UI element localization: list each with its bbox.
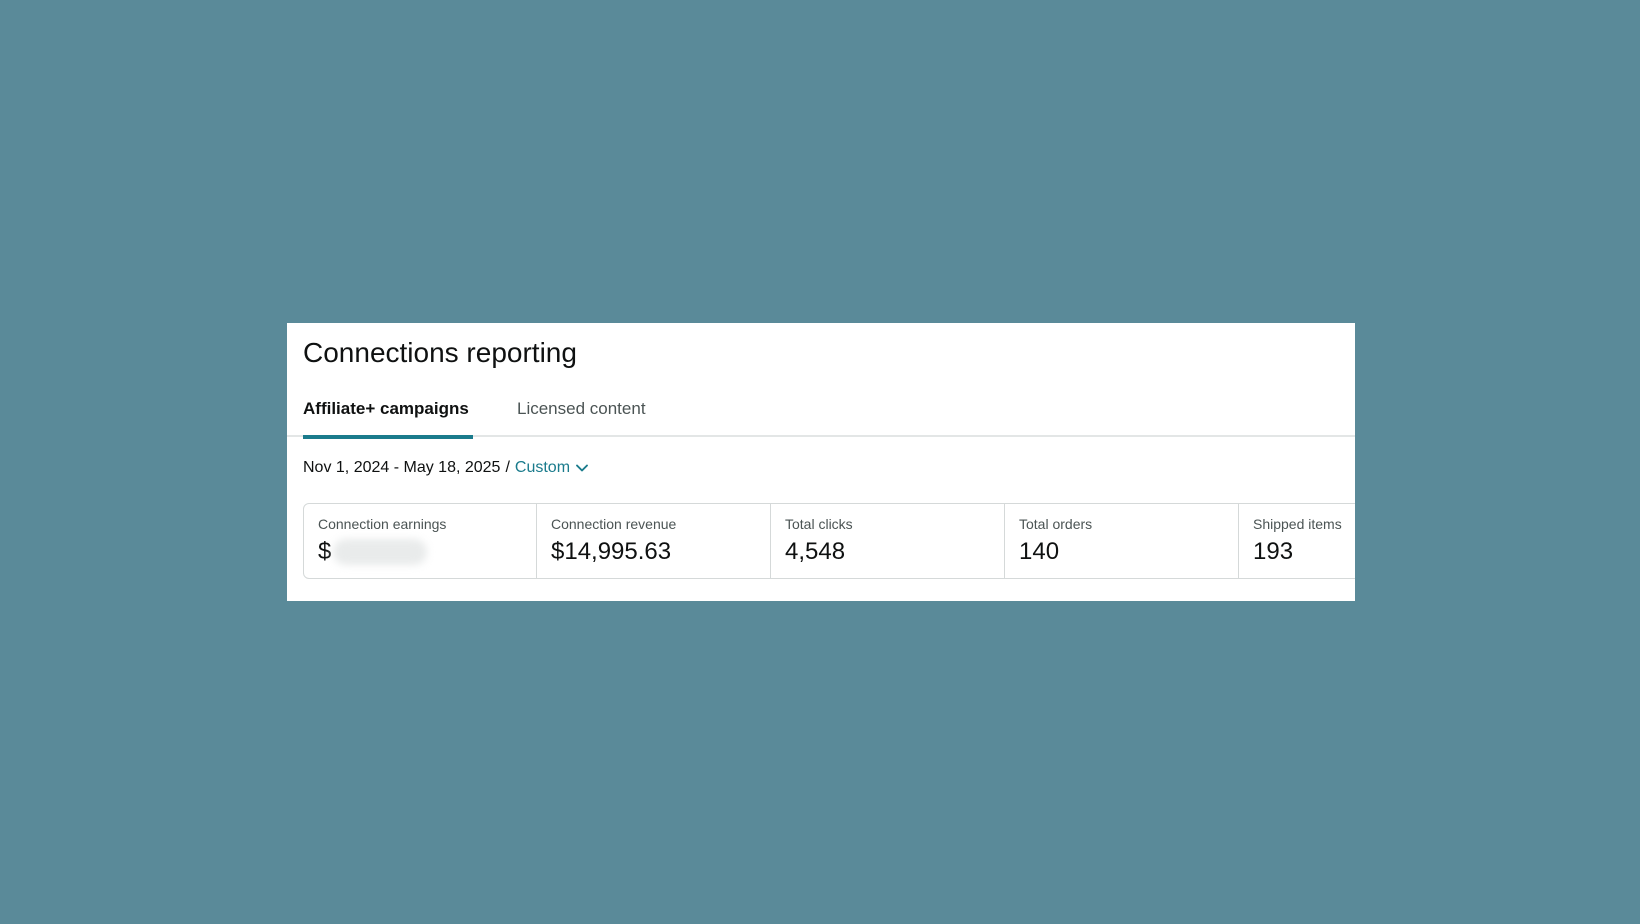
- metric-value: 193: [1253, 538, 1294, 565]
- metric-label: Shipped items: [1253, 516, 1342, 532]
- metric-label: Total orders: [1019, 516, 1093, 532]
- metric-label: Connection revenue: [551, 516, 677, 532]
- metric-connection-revenue: Connection revenue $14,995.63: [537, 504, 771, 578]
- metric-connection-earnings: Connection earnings $: [304, 504, 537, 578]
- connections-report-panel: Connections reporting Affiliate+ campaig…: [287, 323, 1355, 601]
- metric-value: 140: [1019, 538, 1060, 565]
- metric-value: $14,995.63: [551, 538, 672, 565]
- metric-value: $: [318, 536, 522, 568]
- metric-total-clicks: Total clicks 4,548: [771, 504, 1005, 578]
- tab-licensed-content[interactable]: Licensed content: [517, 391, 646, 437]
- range-selector-label: Custom: [514, 459, 571, 476]
- metrics-row: Connection earnings $ Connection revenue…: [303, 503, 1355, 579]
- date-range-row: Nov 1, 2024 - May 18, 2025 / Custom: [303, 459, 589, 477]
- tab-affiliate-campaigns[interactable]: Affiliate+ campaigns: [303, 391, 473, 439]
- page-title: Connections reporting: [303, 337, 577, 368]
- metric-label: Connection earnings: [318, 516, 447, 532]
- metric-label: Total clicks: [785, 516, 853, 532]
- chevron-down-icon: [576, 464, 588, 472]
- redacted-value-mask: [333, 539, 428, 565]
- report-tabs: Affiliate+ campaigns Licensed content: [287, 391, 1355, 439]
- range-selector[interactable]: Custom: [515, 459, 589, 477]
- date-range-separator: /: [505, 459, 510, 476]
- metric-total-orders: Total orders 140: [1005, 504, 1239, 578]
- metric-value: 4,548: [785, 538, 846, 565]
- date-range-text: Nov 1, 2024 - May 18, 2025: [303, 459, 501, 476]
- metric-shipped-items: Shipped items 193: [1239, 504, 1355, 578]
- metric-value-text: $: [318, 538, 332, 565]
